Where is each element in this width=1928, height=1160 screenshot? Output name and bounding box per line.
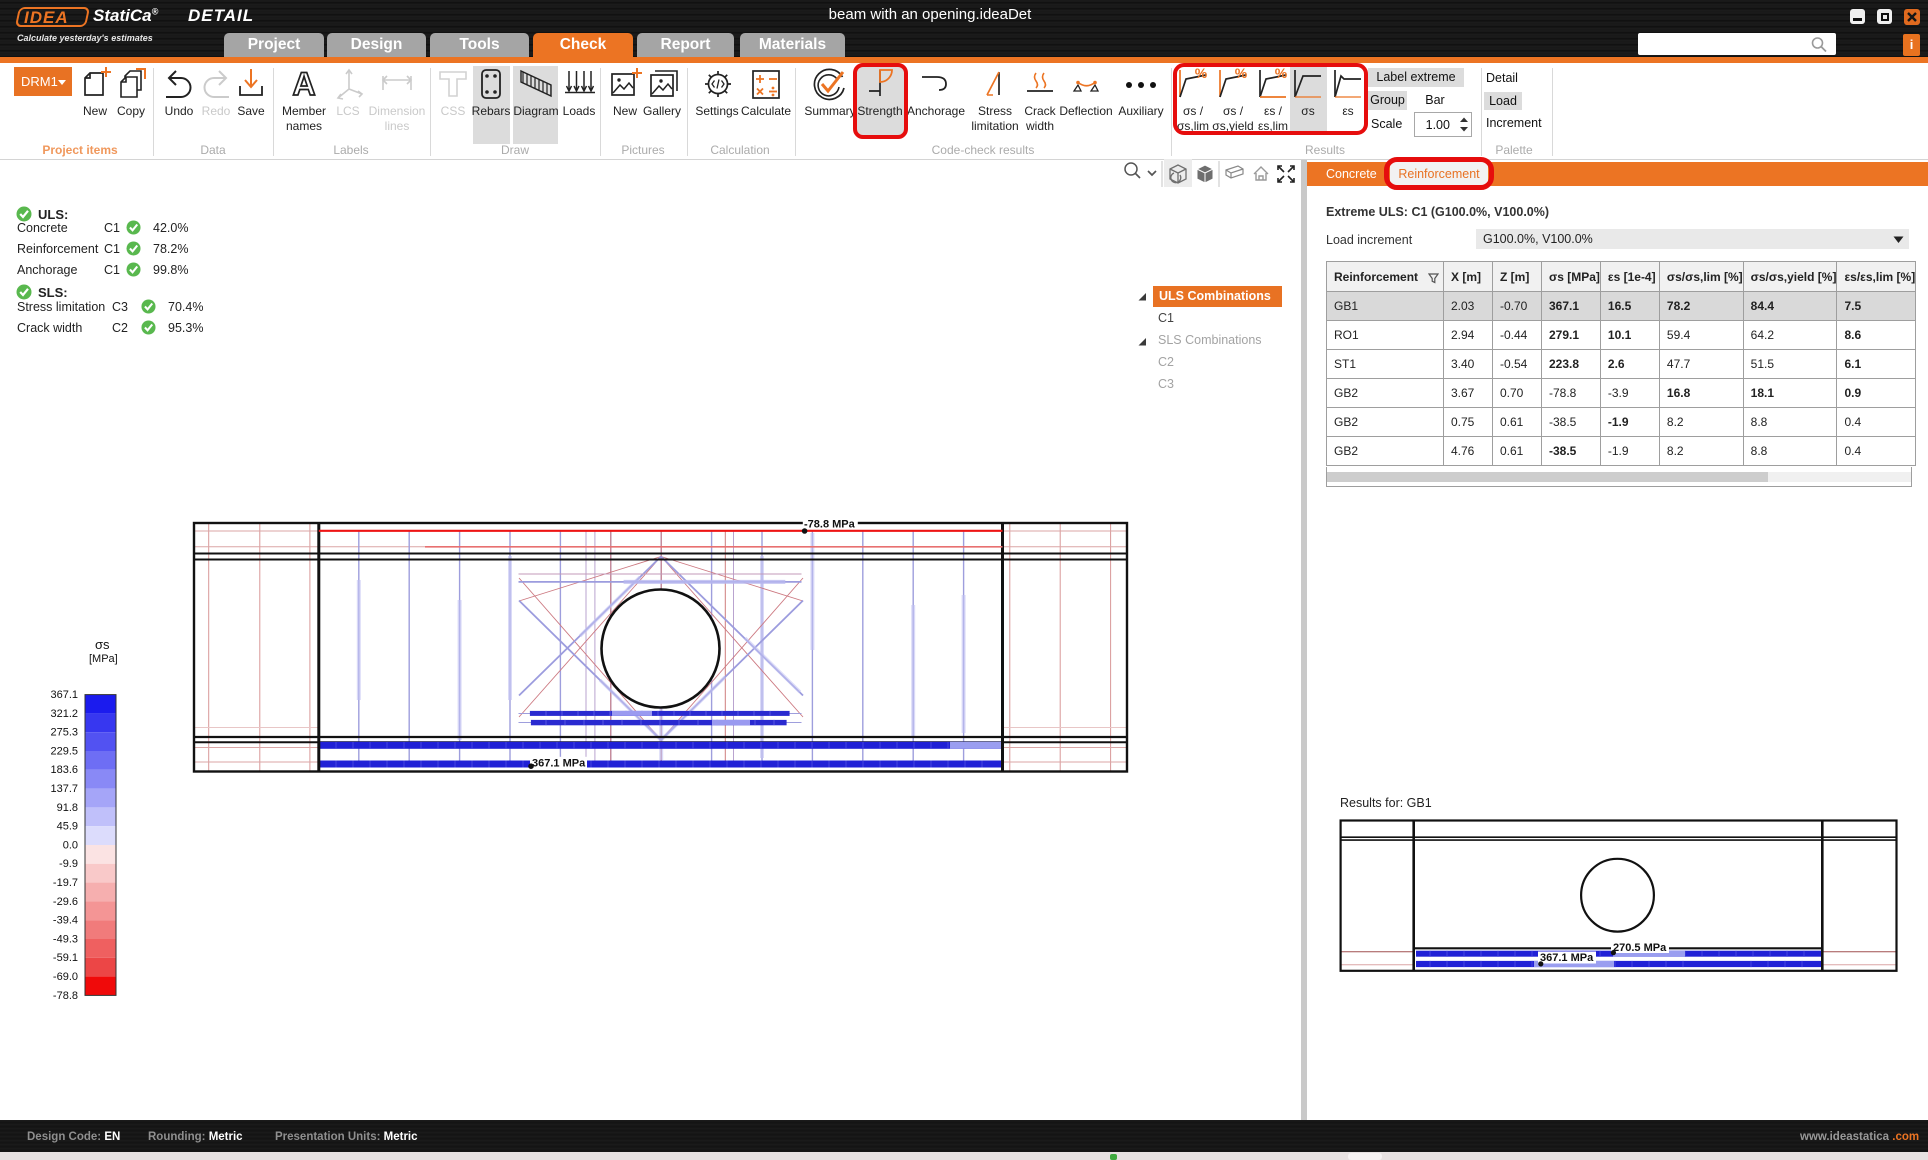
svg-text:45.9: 45.9 [57, 821, 78, 833]
svg-text:91.8: 91.8 [57, 802, 78, 814]
svg-text:-19.7: -19.7 [53, 877, 78, 889]
svg-text:183.6: 183.6 [50, 764, 78, 776]
svg-text:-39.4: -39.4 [53, 915, 78, 927]
svg-text:-9.9: -9.9 [59, 858, 78, 870]
svg-text:0.0: 0.0 [63, 839, 78, 851]
svg-text:-49.3: -49.3 [53, 933, 78, 945]
svg-text:-78.8 MPa: -78.8 MPa [804, 519, 856, 531]
svg-text:-69.0: -69.0 [53, 971, 78, 983]
svg-text:367.1 MPa: 367.1 MPa [1540, 952, 1594, 964]
svg-text:367.1: 367.1 [50, 689, 78, 701]
svg-text:137.7: 137.7 [50, 783, 78, 795]
svg-text:-78.8: -78.8 [53, 990, 78, 1002]
svg-text:-59.1: -59.1 [53, 952, 78, 964]
svg-text:321.2: 321.2 [50, 708, 78, 720]
svg-text:367.1 MPa: 367.1 MPa [532, 758, 586, 770]
svg-text:-29.6: -29.6 [53, 896, 78, 908]
svg-text:229.5: 229.5 [50, 745, 78, 757]
svg-text:270.5 MPa: 270.5 MPa [1613, 942, 1667, 954]
svg-text:A: A [292, 66, 315, 102]
svg-text:275.3: 275.3 [50, 727, 78, 739]
